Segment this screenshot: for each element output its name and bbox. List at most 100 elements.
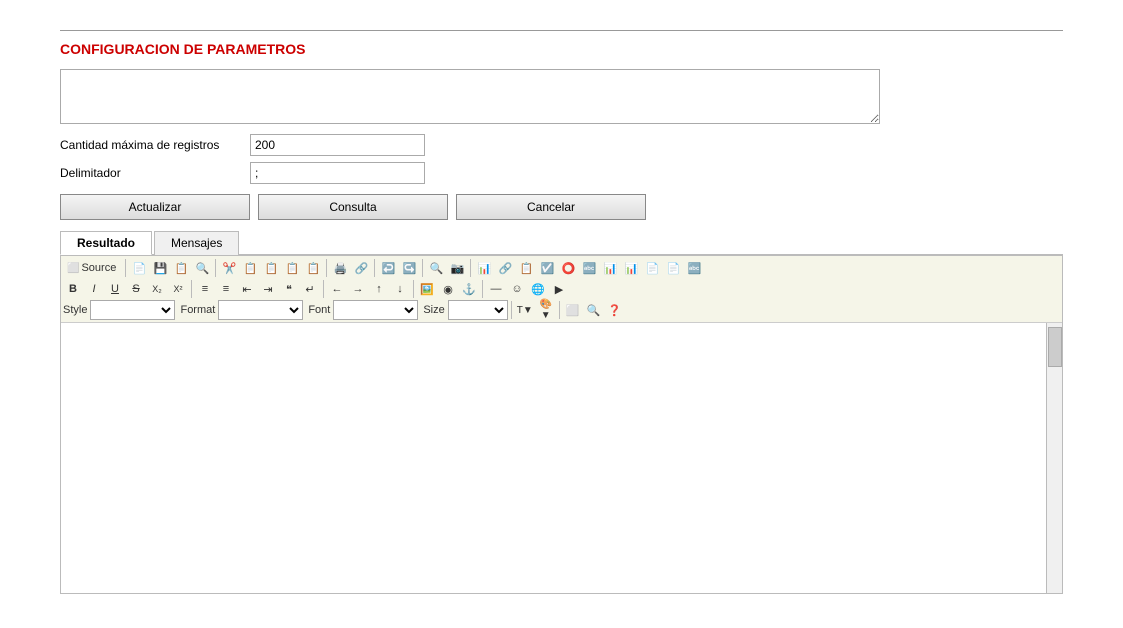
vertical-scrollbar[interactable] [1046, 323, 1062, 593]
save-button[interactable]: 💾 [150, 258, 170, 278]
textfield-button[interactable]: 🔤 [579, 258, 599, 278]
description-textarea[interactable] [60, 69, 880, 124]
font-label: Font [308, 304, 330, 316]
preview-button[interactable]: 🔍 [192, 258, 212, 278]
align-left-button[interactable]: ← [327, 279, 347, 299]
max-records-label: Cantidad máxima de registros [60, 138, 250, 152]
main-area: Cantidad máxima de registros Delimitador… [60, 69, 1063, 594]
paste-word-button[interactable]: 📋 [303, 258, 323, 278]
delimiter-input[interactable] [250, 162, 425, 184]
max-records-input[interactable] [250, 134, 425, 156]
smiley-button[interactable]: ☺ [507, 279, 527, 299]
button-row: Actualizar Consulta Cancelar [60, 194, 1063, 220]
font-select[interactable] [333, 300, 418, 320]
hiddenfield-button[interactable]: 📄 [663, 258, 683, 278]
image-button[interactable]: 🖼️ [417, 279, 437, 299]
top-divider [60, 30, 1063, 31]
blockquote-button[interactable]: ❝ [279, 279, 299, 299]
paste-text-button[interactable]: 📋 [282, 258, 302, 278]
bgcolor-button[interactable]: 🎨▼ [536, 300, 556, 320]
newdoc-button[interactable]: 📄 [129, 258, 149, 278]
paste-button[interactable]: 📋 [261, 258, 281, 278]
pagebreak-button[interactable]: ▶ [549, 279, 569, 299]
style-label: Style [63, 304, 87, 316]
textarea-tb-button[interactable]: 🔤 [684, 258, 704, 278]
bold-button[interactable]: B [63, 279, 83, 299]
format-select[interactable] [218, 300, 303, 320]
templates-button[interactable]: 📋 [171, 258, 191, 278]
consulta-button[interactable]: Consulta [258, 194, 448, 220]
underline-button[interactable]: U [105, 279, 125, 299]
specialchar-button[interactable]: 🌐 [528, 279, 548, 299]
btn-button[interactable]: 📊 [621, 258, 641, 278]
toolbar-row-1: ⬜ Source 📄 💾 📋 🔍 ✂️ 📋 📋 📋 📋 [63, 258, 1060, 278]
unlink-button[interactable]: 📋 [516, 258, 536, 278]
align-justify-button[interactable]: ↓ [390, 279, 410, 299]
undo-button[interactable]: ↩️ [378, 258, 398, 278]
editor-toolbar: ⬜ Source 📄 💾 📋 🔍 ✂️ 📋 📋 📋 📋 [61, 256, 1062, 323]
editor-body-area [61, 323, 1062, 593]
table-button[interactable]: 📊 [474, 258, 494, 278]
delimiter-label: Delimitador [60, 166, 250, 180]
redo-button[interactable]: ↪️ [399, 258, 419, 278]
anchor-button[interactable]: ⚓ [459, 279, 479, 299]
hline-button[interactable]: — [486, 279, 506, 299]
editor-wrapper: ⬜ Source 📄 💾 📋 🔍 ✂️ 📋 📋 📋 📋 [60, 255, 1063, 594]
sep-2 [215, 259, 216, 277]
help-button[interactable]: ❓ [605, 300, 625, 320]
align-right-button[interactable]: ↑ [369, 279, 389, 299]
sep-8 [323, 280, 324, 298]
tab-mensajes[interactable]: Mensajes [154, 231, 239, 255]
editor-body[interactable] [61, 323, 1046, 593]
align-center-button[interactable]: → [348, 279, 368, 299]
sep-11 [511, 301, 512, 319]
spellcheck-button[interactable]: 🔗 [351, 258, 371, 278]
strike-button[interactable]: S [126, 279, 146, 299]
sep-1 [125, 259, 126, 277]
fgcolor-button[interactable]: T▼ [515, 300, 535, 320]
superscript-button[interactable]: X² [168, 279, 188, 299]
replace-button[interactable]: 📷 [447, 258, 467, 278]
sep-9 [413, 280, 414, 298]
cancelar-button[interactable]: Cancelar [456, 194, 646, 220]
imgbtn-button[interactable]: 📄 [642, 258, 662, 278]
flash-button[interactable]: ◉ [438, 279, 458, 299]
indent-button[interactable]: ⇥ [258, 279, 278, 299]
format-label: Format [180, 304, 215, 316]
sep-5 [422, 259, 423, 277]
zoom-button[interactable]: 🔍 [584, 300, 604, 320]
page-title: CONFIGURACION DE PARAMETROS [60, 41, 1063, 57]
unordered-list-button[interactable]: ≡ [216, 279, 236, 299]
ordered-list-button[interactable]: ≡ [195, 279, 215, 299]
tab-resultado[interactable]: Resultado [60, 231, 152, 255]
maximize-button[interactable]: ⬜ [563, 300, 583, 320]
size-select[interactable] [448, 300, 508, 320]
link-button[interactable]: 🔗 [495, 258, 515, 278]
copy-button[interactable]: 📋 [240, 258, 260, 278]
print-button[interactable]: 🖨️ [330, 258, 350, 278]
italic-button[interactable]: I [84, 279, 104, 299]
toolbar-row-2: B I U S X₂ X² ≡ ≡ ⇤ ⇥ ❝ ↵ ← [63, 279, 1060, 299]
source-label: Source [79, 262, 118, 274]
radio-button-tb[interactable]: ⭕ [558, 258, 578, 278]
style-select[interactable] [90, 300, 175, 320]
checkbox-button[interactable]: ☑️ [537, 258, 557, 278]
source-button[interactable]: ⬜ Source [63, 258, 122, 278]
sep-7 [191, 280, 192, 298]
creatediv-button[interactable]: ↵ [300, 279, 320, 299]
subscript-button[interactable]: X₂ [147, 279, 167, 299]
actualizar-button[interactable]: Actualizar [60, 194, 250, 220]
sep-12 [559, 301, 560, 319]
cut-button[interactable]: ✂️ [219, 258, 239, 278]
sep-4 [374, 259, 375, 277]
sep-3 [326, 259, 327, 277]
outdent-button[interactable]: ⇤ [237, 279, 257, 299]
toolbar-row-3: Style Format Font Size [63, 300, 1060, 320]
find-button[interactable]: 🔍 [426, 258, 446, 278]
scroll-thumb[interactable] [1048, 327, 1062, 367]
tabs-header: Resultado Mensajes [60, 230, 1063, 255]
tab-content-resultado: ⬜ Source 📄 💾 📋 🔍 ✂️ 📋 📋 📋 📋 [60, 255, 1063, 594]
select-button[interactable]: 📊 [600, 258, 620, 278]
delimiter-row: Delimitador [60, 162, 1063, 184]
sep-6 [470, 259, 471, 277]
